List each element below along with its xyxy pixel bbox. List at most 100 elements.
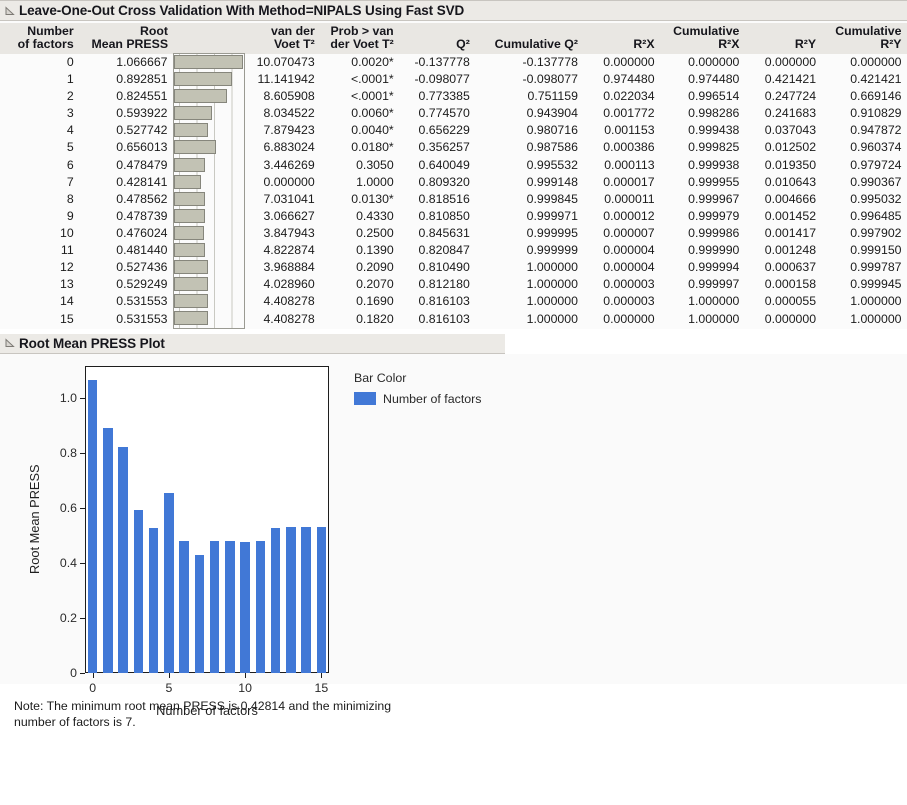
chart-bar[interactable] — [88, 380, 97, 672]
table-row[interactable]: 01.06666710.0704730.0020*-0.137778-0.137… — [0, 54, 907, 72]
cell-r2y: 0.019350 — [744, 157, 821, 174]
cell-prob-greater-van-der-voet-t2: 0.1390 — [320, 242, 399, 259]
cell-root-mean-press: 0.478479 — [79, 157, 173, 174]
row-bar — [174, 311, 209, 325]
plot-section-header[interactable]: Root Mean PRESS Plot — [0, 333, 505, 354]
y-tick-mark — [80, 563, 85, 564]
cell-cumulative-r2y: 0.999150 — [821, 242, 906, 259]
column-header-rmpress[interactable]: RootMean PRESS — [79, 23, 173, 54]
chart-bar[interactable] — [195, 555, 204, 672]
cell-r2y: 0.241683 — [744, 105, 821, 122]
cell-q2: 0.812180 — [399, 276, 475, 293]
cross-validation-table: Numberof factorsRootMean PRESS van derVo… — [0, 23, 907, 329]
cell-q2: 0.820847 — [399, 242, 475, 259]
cell-q2: -0.137778 — [399, 54, 475, 72]
chart-bar[interactable] — [134, 510, 143, 673]
cell-cumulative-r2x: 0.999997 — [660, 276, 745, 293]
table-row[interactable]: 150.5315534.4082780.18200.8161031.000000… — [0, 310, 907, 328]
cell-root-mean-press: 0.478562 — [79, 191, 173, 208]
chart-bar[interactable] — [179, 541, 188, 672]
column-header-q2[interactable]: Q² — [399, 23, 475, 54]
cell-root-mean-press: 0.527436 — [79, 259, 173, 276]
x-tick-label: 10 — [238, 681, 252, 695]
table-row[interactable]: 50.6560136.8830240.0180*0.3562570.987586… — [0, 139, 907, 156]
table-row[interactable]: 40.5277427.8794230.0040*0.6562290.980716… — [0, 122, 907, 139]
cell-van-der-voet-t2: 4.408278 — [244, 310, 319, 328]
chart-bar[interactable] — [286, 527, 295, 672]
cell-van-der-voet-t2: 4.822874 — [244, 242, 319, 259]
cell-prob-greater-van-der-voet-t2: 0.0130* — [320, 191, 399, 208]
cell-cumulative-r2x: 0.999994 — [660, 259, 745, 276]
cell-number-of-factors: 2 — [0, 88, 79, 105]
cell-cumulative-q2: 0.999845 — [475, 191, 583, 208]
cell-cumulative-r2y: 0.947872 — [821, 122, 906, 139]
cell-cumulative-r2x: 0.974480 — [660, 71, 745, 88]
column-header-line1: Cumulative — [664, 25, 740, 38]
cell-cumulative-q2: 1.000000 — [475, 293, 583, 310]
cell-number-of-factors: 10 — [0, 225, 79, 242]
column-header-voet[interactable]: van derVoet T² — [244, 23, 319, 54]
cell-prob-greater-van-der-voet-t2: 0.0020* — [320, 54, 399, 72]
cv-section-header[interactable]: Leave-One-Out Cross Validation With Meth… — [0, 0, 907, 21]
legend-entry[interactable]: Number of factors — [354, 392, 481, 406]
chart-bar[interactable] — [103, 428, 112, 673]
table-row[interactable]: 130.5292494.0289600.20700.8121801.000000… — [0, 276, 907, 293]
table-row[interactable]: 110.4814404.8228740.13900.8208470.999999… — [0, 242, 907, 259]
minimum-press-note: Note: The minimum root mean PRESS is 0.4… — [14, 698, 434, 731]
column-header-factors[interactable]: Numberof factors — [0, 23, 79, 54]
chart-bar[interactable] — [301, 527, 310, 673]
disclosure-triangle-icon[interactable] — [5, 6, 15, 16]
column-header-cumr2x[interactable]: CumulativeR²X — [660, 23, 745, 54]
table-row[interactable]: 140.5315534.4082780.16900.8161031.000000… — [0, 293, 907, 310]
cell-number-of-factors: 11 — [0, 242, 79, 259]
cell-r2x: 0.000011 — [583, 191, 660, 208]
cell-van-der-voet-t2: 10.070473 — [244, 54, 319, 72]
column-header-r2x[interactable]: R²X — [583, 23, 660, 54]
table-row[interactable]: 80.4785627.0310410.0130*0.8185160.999845… — [0, 191, 907, 208]
cell-cumulative-r2x: 0.996514 — [660, 88, 745, 105]
row-bar — [174, 294, 209, 308]
column-header-r2y[interactable]: R²Y — [744, 23, 821, 54]
cell-r2y: 0.001452 — [744, 208, 821, 225]
cell-r2y: 0.012502 — [744, 139, 821, 156]
table-row[interactable]: 90.4787393.0666270.43300.8108500.9999710… — [0, 208, 907, 225]
chart-bar[interactable] — [271, 528, 280, 673]
chart-bar[interactable] — [256, 541, 265, 673]
cell-r2x: 0.000386 — [583, 139, 660, 156]
cell-cumulative-q2: -0.137778 — [475, 54, 583, 72]
cell-number-of-factors: 13 — [0, 276, 79, 293]
column-header-cumq2[interactable]: Cumulative Q² — [475, 23, 583, 54]
table-row[interactable]: 20.8245518.605908<.0001*0.7733850.751159… — [0, 88, 907, 105]
chart-bar[interactable] — [317, 527, 326, 673]
chart-bar[interactable] — [240, 542, 249, 672]
chart-bar[interactable] — [118, 447, 127, 673]
table-row[interactable]: 30.5939228.0345220.0060*0.7745700.943904… — [0, 105, 907, 122]
table-row[interactable]: 60.4784793.4462690.30500.6400490.9955320… — [0, 157, 907, 174]
cell-r2y: 0.000000 — [744, 54, 821, 72]
table-row[interactable]: 100.4760243.8479430.25000.8456310.999995… — [0, 225, 907, 242]
table-row[interactable]: 70.4281410.0000001.00000.8093200.9991480… — [0, 174, 907, 191]
column-header-bargraph[interactable] — [173, 23, 244, 54]
disclosure-triangle-icon-plot[interactable] — [5, 338, 15, 348]
cell-cumulative-r2x: 0.999986 — [660, 225, 745, 242]
chart-bar[interactable] — [225, 541, 234, 672]
row-bar — [174, 175, 202, 189]
column-header-cumr2y[interactable]: CumulativeR²Y — [821, 23, 906, 54]
cell-cumulative-q2: 1.000000 — [475, 276, 583, 293]
table-row[interactable]: 10.89285111.141942<.0001*-0.098077-0.098… — [0, 71, 907, 88]
cell-van-der-voet-t2: 3.968884 — [244, 259, 319, 276]
column-header-line2: Q² — [403, 38, 470, 51]
cell-cumulative-q2: 0.999999 — [475, 242, 583, 259]
column-header-line2: Cumulative Q² — [479, 38, 578, 51]
cell-root-mean-press: 0.428141 — [79, 174, 173, 191]
chart-bar[interactable] — [149, 528, 158, 673]
cell-root-mean-press: 0.531553 — [79, 310, 173, 328]
cell-cumulative-r2y: 0.000000 — [821, 54, 906, 72]
column-header-line2: R²X — [587, 38, 655, 51]
table-row[interactable]: 120.5274363.9688840.20900.8104901.000000… — [0, 259, 907, 276]
plot-section-title: Root Mean PRESS Plot — [19, 336, 165, 351]
column-header-prob[interactable]: Prob > vander Voet T² — [320, 23, 399, 54]
cell-van-der-voet-t2: 4.408278 — [244, 293, 319, 310]
chart-bar[interactable] — [164, 493, 173, 673]
chart-bar[interactable] — [210, 541, 219, 672]
